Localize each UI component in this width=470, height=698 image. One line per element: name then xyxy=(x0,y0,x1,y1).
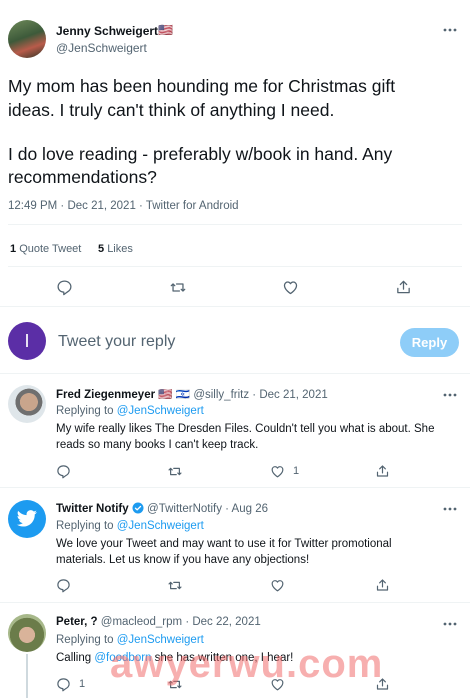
author-avatar[interactable] xyxy=(8,20,46,58)
reply-text-line: reads so many books I can't keep track. xyxy=(56,439,259,451)
replying-to: Replying to @JenSchweigert xyxy=(56,405,204,417)
reply-button[interactable]: Reply xyxy=(400,328,459,357)
reply-date[interactable]: · Aug 26 xyxy=(225,503,268,515)
reply-author-name[interactable]: Peter, ? xyxy=(56,616,98,628)
reply-text-line: materials. Let us know if you have any o… xyxy=(56,554,310,566)
replying-to-prefix: Replying to xyxy=(56,405,114,417)
more-options-icon[interactable] xyxy=(443,28,457,32)
quote-label: Quote Tweet xyxy=(19,243,82,255)
reply-header: Peter, ? @macleod_rpm · Dec 22, 2021 xyxy=(56,616,261,628)
replying-to-prefix: Replying to xyxy=(56,520,114,532)
quote-count: 1 xyxy=(10,243,17,255)
like-label: Likes xyxy=(107,243,133,255)
more-options-icon[interactable] xyxy=(443,507,457,511)
watermark: awyerwu.com xyxy=(110,642,384,686)
reply-avatar[interactable] xyxy=(8,614,46,652)
like-icon[interactable] xyxy=(270,578,285,593)
reply-input[interactable]: Tweet your reply xyxy=(58,333,175,351)
quote-tweet-stat[interactable]: 1 Quote Tweet xyxy=(10,243,81,255)
reply-avatar[interactable] xyxy=(8,500,46,538)
tweet-timestamp[interactable]: 12:49 PM · Dec 21, 2021 · Twitter for An… xyxy=(8,200,239,212)
tweet-body-line: recommendations? xyxy=(8,167,157,187)
reply-author-handle[interactable]: @macleod_rpm xyxy=(101,616,182,628)
share-icon[interactable] xyxy=(375,463,390,479)
reply-author-name[interactable]: Twitter Notify xyxy=(56,503,129,515)
replying-to-link[interactable]: @JenSchweigert xyxy=(117,405,204,417)
verified-badge-icon xyxy=(132,502,144,517)
tweet-body-line: My mom has been hounding me for Christma… xyxy=(8,76,396,96)
more-options-icon[interactable] xyxy=(443,622,457,626)
reply-text-line: We love your Tweet and may want to use i… xyxy=(56,538,392,550)
reply-date[interactable]: · Dec 21, 2021 xyxy=(252,389,327,401)
like-count: 1 xyxy=(293,465,300,477)
compose-avatar: I xyxy=(8,322,46,360)
reply-avatar[interactable] xyxy=(8,385,46,423)
likes-stat[interactable]: 5 Likes xyxy=(98,243,133,255)
share-icon[interactable] xyxy=(375,577,390,593)
author-flag: 🇺🇸 xyxy=(158,23,173,37)
like-icon[interactable] xyxy=(282,279,299,296)
reply-date[interactable]: · Dec 22, 2021 xyxy=(185,616,260,628)
reply-icon[interactable] xyxy=(56,464,71,479)
more-options-icon[interactable] xyxy=(443,393,457,397)
retweet-icon[interactable] xyxy=(167,464,183,479)
author-handle[interactable]: @JenSchweigert xyxy=(56,41,147,55)
reply-header: Fred Ziegenmeyer 🇺🇸 🇮🇱 @silly_fritz · De… xyxy=(56,387,328,401)
reply-icon[interactable] xyxy=(56,677,71,692)
thread-line xyxy=(26,654,28,698)
reply-icon[interactable] xyxy=(56,578,71,593)
replying-to-link[interactable]: @JenSchweigert xyxy=(117,520,204,532)
reply-author-name[interactable]: Fred Ziegenmeyer xyxy=(56,389,155,401)
replying-to-prefix: Replying to xyxy=(56,634,114,646)
retweet-icon[interactable] xyxy=(169,279,187,296)
tweet-body-line: I do love reading - preferably w/book in… xyxy=(8,144,393,164)
replying-to: Replying to @JenSchweigert xyxy=(56,520,204,532)
reply-count: 1 xyxy=(79,678,86,690)
like-count: 5 xyxy=(98,243,105,255)
tweet-body-line: ideas. I truly can't think of anything I… xyxy=(8,100,335,120)
like-icon[interactable] xyxy=(270,464,285,479)
reply-author-flags: 🇺🇸 🇮🇱 xyxy=(158,389,191,401)
author-name[interactable]: Jenny Schweigert xyxy=(56,24,158,38)
reply-author-handle[interactable]: @TwitterNotify xyxy=(147,503,222,515)
reply-icon[interactable] xyxy=(56,279,73,296)
twitter-bird-icon xyxy=(16,510,37,527)
reply-text-prefix: Calling xyxy=(56,652,92,664)
share-icon[interactable] xyxy=(395,278,412,296)
reply-text-line: My wife really likes The Dresden Files. … xyxy=(56,423,435,435)
retweet-icon[interactable] xyxy=(167,578,183,593)
reply-header: Twitter Notify @TwitterNotify · Aug 26 xyxy=(56,502,268,517)
reply-author-handle[interactable]: @silly_fritz xyxy=(193,389,249,401)
compose-avatar-letter: I xyxy=(24,330,30,351)
